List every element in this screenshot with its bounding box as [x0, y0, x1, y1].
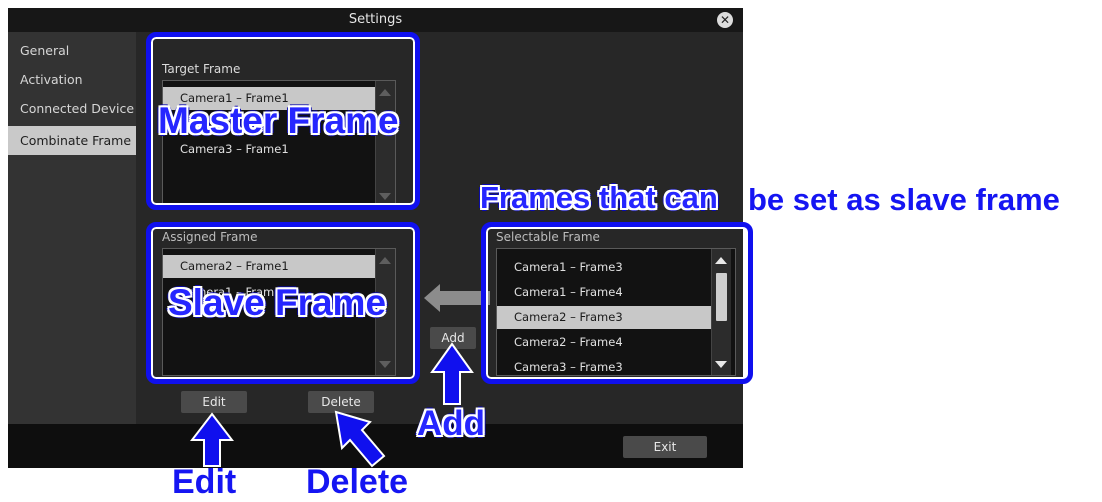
edit-button[interactable]: Edit — [181, 391, 247, 413]
edit-callout: Edit — [172, 463, 237, 501]
window-title: Settings — [348, 12, 403, 27]
master-frame-callout: Master Frame — [158, 100, 399, 141]
selectable-frame-highlight — [481, 222, 753, 384]
selectable-frame-callout-plain: be set as slave frame — [748, 182, 1060, 217]
edit-arrow-icon — [190, 412, 234, 467]
close-icon[interactable]: ✕ — [717, 12, 733, 28]
add-arrow-icon — [430, 342, 474, 405]
sidebar: General Activation Connected Device Comb… — [8, 32, 136, 424]
exit-button[interactable]: Exit — [623, 436, 707, 458]
delete-callout: Delete — [306, 463, 409, 501]
sidebar-item-combinate-frame[interactable]: Combinate Frame — [8, 126, 136, 155]
delete-arrow-icon — [334, 410, 386, 468]
add-callout: Add — [417, 404, 486, 443]
sidebar-item-activation[interactable]: Activation — [8, 65, 136, 94]
sidebar-item-connected-device[interactable]: Connected Device — [8, 94, 136, 123]
sidebar-item-general[interactable]: General — [8, 36, 136, 65]
title-bar: Settings — [8, 8, 743, 32]
slave-frame-callout: Slave Frame — [168, 282, 387, 323]
selectable-frame-callout: Frames that can — [480, 180, 718, 215]
